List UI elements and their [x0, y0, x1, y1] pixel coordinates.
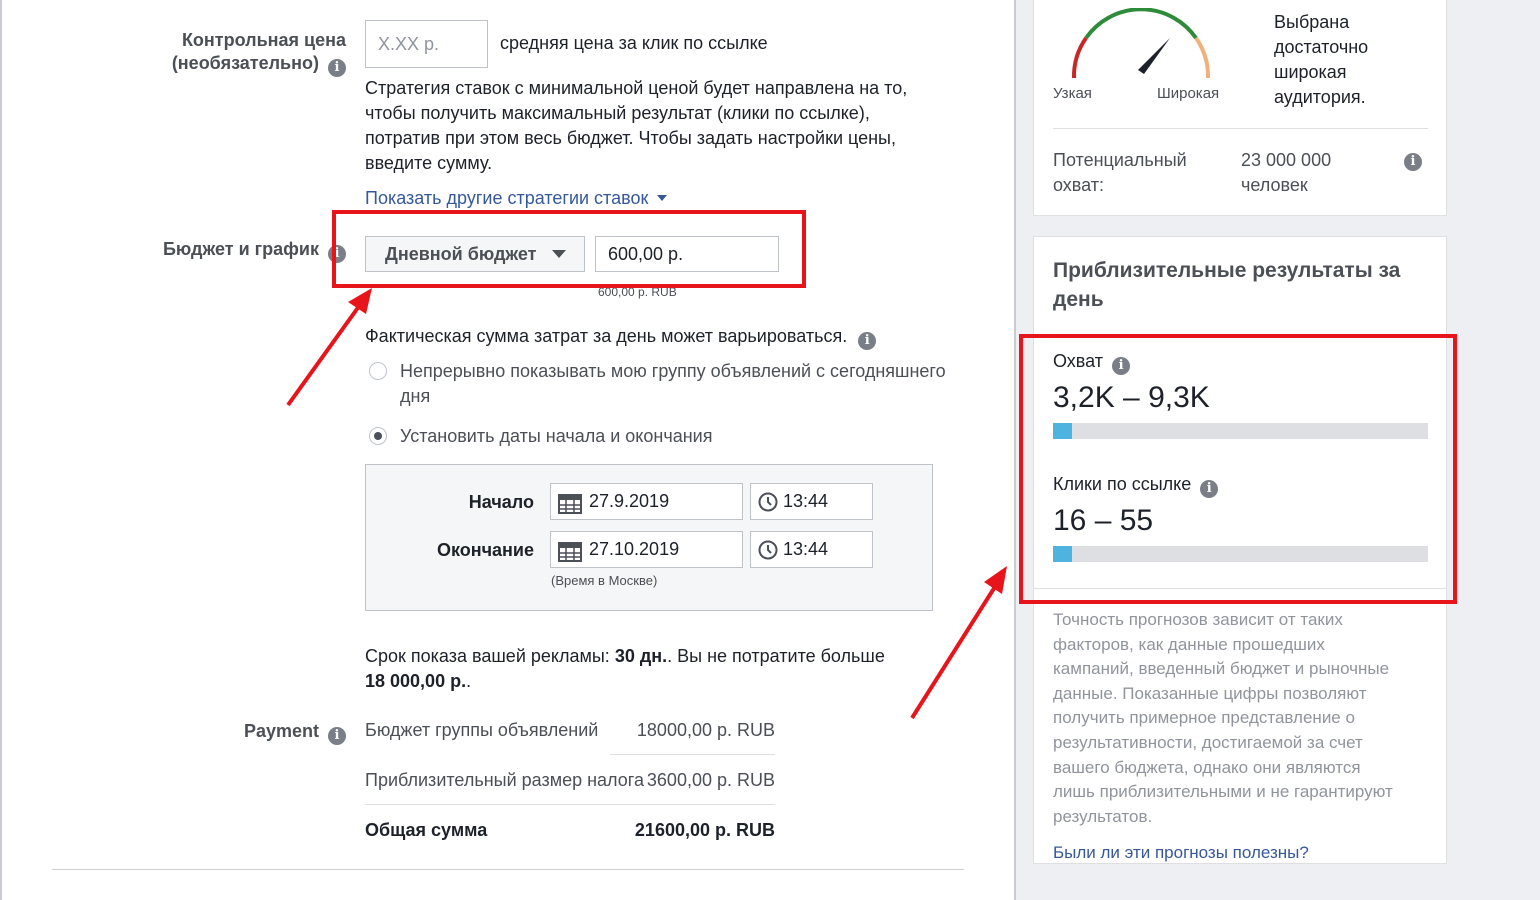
arrow-icon — [286, 288, 372, 407]
arrow-icon — [910, 566, 1007, 720]
annotation-arrows — [286, 288, 1007, 720]
